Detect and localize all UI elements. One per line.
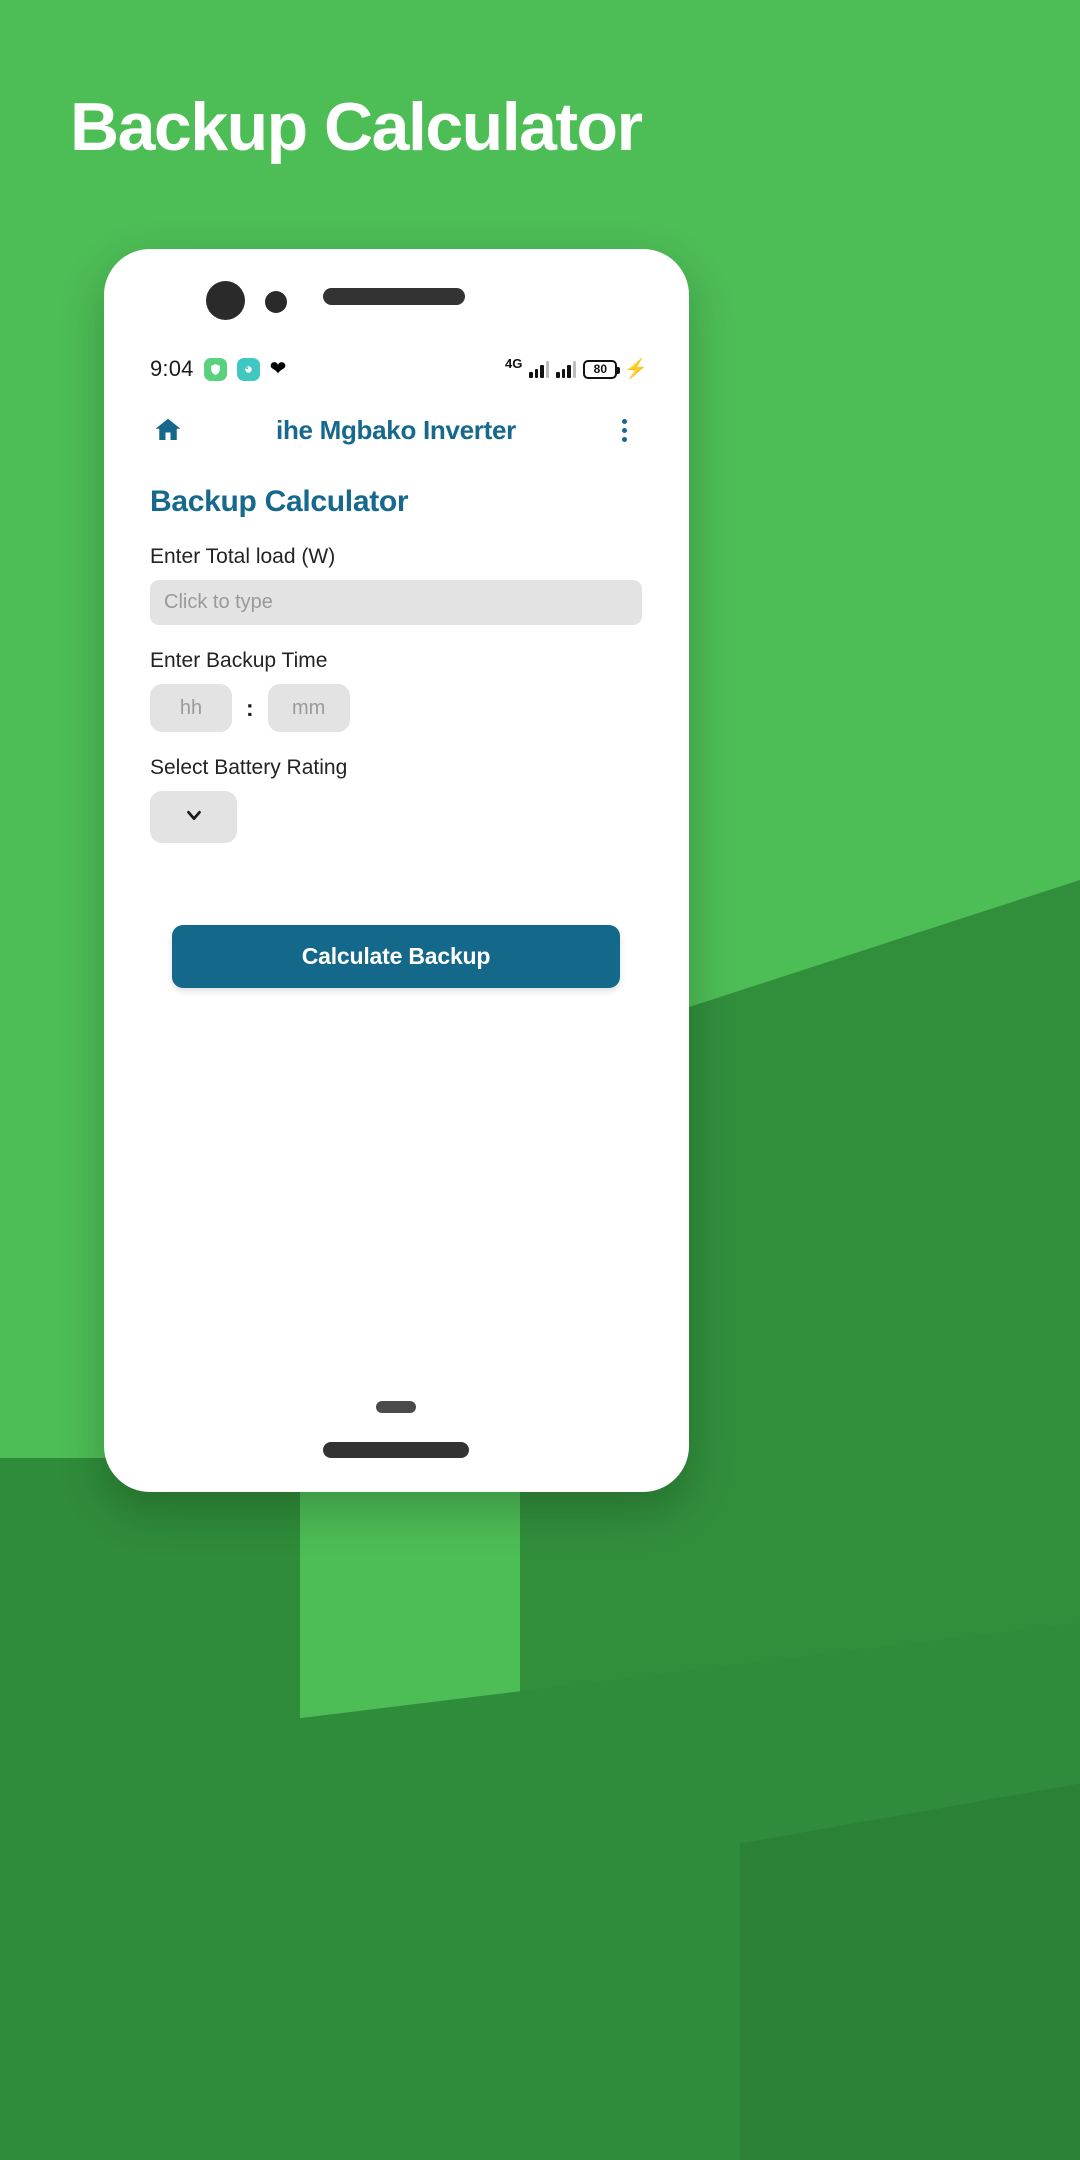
phone-screen: 9:04 ❤ 4G 80 ⚡ ihe Mgbako Inverter Backu… xyxy=(122,341,670,1435)
sensor-icon xyxy=(265,291,287,313)
time-separator: : xyxy=(246,694,254,721)
backup-time-label: Enter Backup Time xyxy=(150,649,328,672)
total-load-field-group: Enter Total load (W) Click to type xyxy=(150,545,642,625)
status-bar-right: 4G 80 ⚡ xyxy=(504,355,648,380)
heart-icon: ❤ xyxy=(269,358,287,380)
backup-time-inputs: hh : mm xyxy=(150,684,642,732)
total-load-input[interactable]: Click to type xyxy=(150,580,642,625)
app-bar: ihe Mgbako Inverter xyxy=(122,397,670,463)
status-bar: 9:04 ❤ 4G 80 ⚡ xyxy=(122,341,670,397)
status-bar-left: 9:04 ❤ xyxy=(150,356,286,382)
backup-minutes-input[interactable]: mm xyxy=(267,684,350,732)
camera-app-icon xyxy=(236,357,260,381)
calculate-backup-button[interactable]: Calculate Backup xyxy=(172,925,620,988)
charging-bolt-icon: ⚡ xyxy=(624,358,648,380)
front-camera-icon xyxy=(206,281,245,320)
background-shape-corner xyxy=(740,1780,1080,2160)
phone-bottom-bezel xyxy=(104,1401,689,1492)
app-bar-title: ihe Mgbako Inverter xyxy=(276,414,516,445)
battery-rating-label: Select Battery Rating xyxy=(150,756,348,779)
more-vertical-icon[interactable] xyxy=(604,418,644,442)
signal-strength-icon-1 xyxy=(529,360,550,378)
phone-top-bezel xyxy=(104,249,689,343)
battery-percent-label: 80 xyxy=(593,362,607,376)
section-title: Backup Calculator xyxy=(150,485,409,518)
chevron-down-icon xyxy=(183,804,205,831)
phone-mockup: 9:04 ❤ 4G 80 ⚡ ihe Mgbako Inverter Backu… xyxy=(104,249,689,1492)
backup-hours-input[interactable]: hh xyxy=(150,684,232,732)
page-title: Backup Calculator xyxy=(70,89,643,165)
calculator-form: Backup Calculator Enter Total load (W) C… xyxy=(122,463,670,843)
network-type-label: 4G xyxy=(504,355,523,371)
earpiece-speaker xyxy=(323,288,465,305)
signal-strength-icon-2 xyxy=(556,360,577,378)
phone-bottom-speaker xyxy=(323,1442,469,1458)
battery-rating-field-group: Select Battery Rating xyxy=(150,756,642,843)
cta-container: Calculate Backup xyxy=(122,867,670,988)
battery-rating-select[interactable] xyxy=(150,791,237,843)
battery-icon: 80 xyxy=(583,359,621,379)
status-time: 9:04 xyxy=(150,356,194,381)
total-load-label: Enter Total load (W) xyxy=(150,545,336,568)
backup-time-field-group: Enter Backup Time hh : mm xyxy=(150,649,642,732)
shield-app-icon xyxy=(203,357,227,381)
home-icon[interactable] xyxy=(148,415,188,445)
